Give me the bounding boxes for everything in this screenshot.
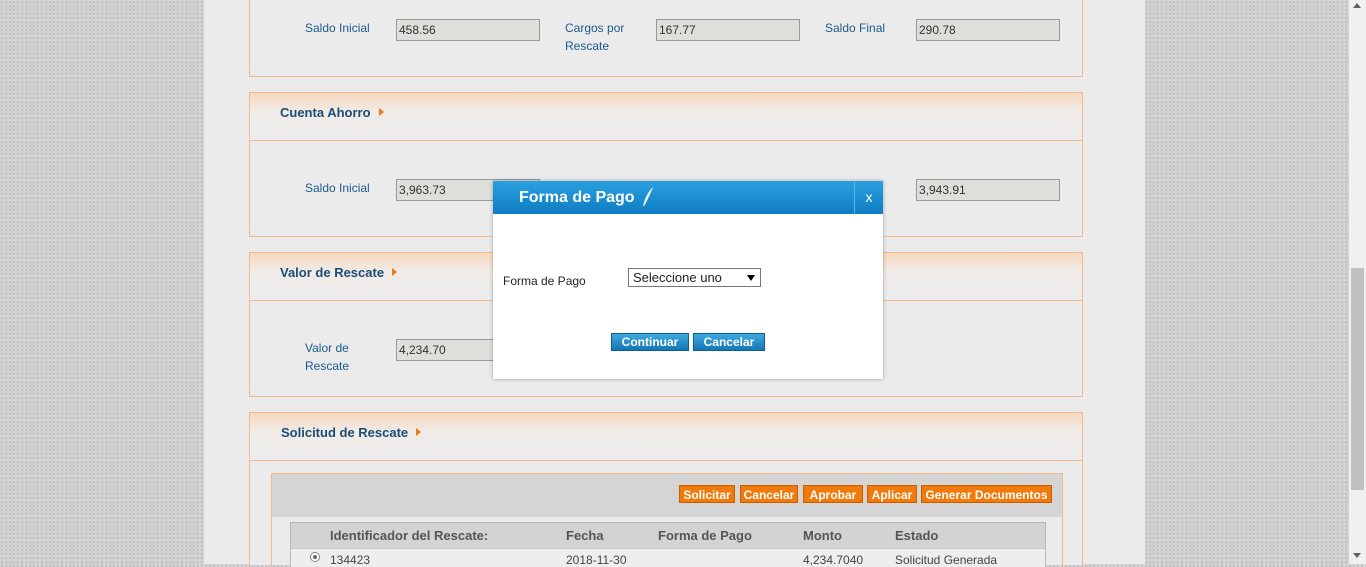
- saldo-inicial-field[interactable]: 458.56: [396, 19, 540, 41]
- caret-right-icon: [416, 428, 422, 436]
- table-row[interactable]: 134423 2018-11-30 4,234.7040 Solicitud G…: [291, 548, 1045, 567]
- cell-id: 134423: [330, 553, 371, 567]
- saldo-final-label: Saldo Final: [825, 21, 886, 35]
- saldo-inicial-label: Saldo Inicial: [305, 21, 370, 35]
- caret-right-icon: [378, 108, 384, 116]
- valor-rescate-title: Valor de Rescate: [280, 265, 398, 280]
- saldo-final-field[interactable]: 290.78: [916, 19, 1060, 41]
- cell-monto: 4,234.7040: [803, 553, 864, 567]
- forma-pago-dialog: Forma de Pago x Forma de Pago Seleccione…: [493, 181, 883, 379]
- forma-pago-label: Forma de Pago: [503, 274, 586, 288]
- valor-rescate-label-line2: Rescate: [305, 359, 350, 373]
- dialog-title: Forma de Pago: [519, 189, 635, 206]
- valor-rescate-label: Valor de Rescate: [305, 339, 349, 375]
- cargos-label-line1: Cargos por: [565, 21, 625, 35]
- col-identificador[interactable]: Identificador del Rescate:: [330, 528, 488, 543]
- ca-saldo-inicial-label: Saldo Inicial: [305, 181, 370, 195]
- col-estado[interactable]: Estado: [895, 528, 938, 543]
- vertical-scrollbar[interactable]: [1349, 0, 1366, 564]
- generar-documentos-button[interactable]: Generar Documentos: [921, 485, 1052, 503]
- cell-estado: Solicitud Generada: [895, 553, 998, 567]
- swoosh-icon: [643, 187, 653, 206]
- aprobar-button[interactable]: Aprobar: [803, 485, 863, 503]
- rescate-table: Identificador del Rescate: Fecha Forma d…: [290, 522, 1046, 567]
- solicitud-rescate-title: Solicitud de Rescate: [281, 425, 422, 440]
- col-forma-pago[interactable]: Forma de Pago: [658, 528, 752, 543]
- solicitud-panel: Solicitar Cancelar Aprobar Aplicar Gener…: [271, 473, 1063, 567]
- cargos-field[interactable]: 167.77: [656, 19, 800, 41]
- forma-pago-select[interactable]: Seleccione uno: [628, 268, 761, 287]
- close-button[interactable]: x: [854, 181, 883, 214]
- scroll-up-icon[interactable]: [1353, 3, 1361, 8]
- dropdown-arrow-icon: [747, 275, 755, 281]
- table-header: Identificador del Rescate: Fecha Forma d…: [291, 523, 1045, 548]
- cuenta-ahorro-title: Cuenta Ahorro: [280, 105, 384, 120]
- scroll-down-icon[interactable]: [1353, 553, 1361, 558]
- solicitar-button[interactable]: Solicitar: [679, 485, 735, 503]
- cancelar-button[interactable]: Cancelar: [693, 333, 765, 351]
- aplicar-button[interactable]: Aplicar: [867, 485, 917, 503]
- cancelar-solicitud-button[interactable]: Cancelar: [740, 485, 798, 503]
- valor-rescate-label-line1: Valor de: [305, 341, 349, 355]
- select-value: Seleccione uno: [633, 270, 722, 285]
- col-fecha[interactable]: Fecha: [566, 528, 604, 543]
- summary-section: Saldo Inicial 458.56 Cargos por Rescate …: [249, 0, 1083, 77]
- cargos-label-line2: Rescate: [565, 39, 610, 53]
- scroll-thumb[interactable]: [1351, 268, 1364, 490]
- caret-right-icon: [392, 268, 398, 276]
- dialog-header: Forma de Pago x: [493, 181, 883, 214]
- row-radio[interactable]: [310, 552, 320, 562]
- cargos-label: Cargos por Rescate: [565, 19, 624, 55]
- cell-fecha: 2018-11-30: [566, 553, 627, 567]
- cuenta-ahorro-header[interactable]: Cuenta Ahorro: [250, 93, 1082, 141]
- col-monto[interactable]: Monto: [803, 528, 842, 543]
- solicitud-rescate-header[interactable]: Solicitud de Rescate: [250, 413, 1082, 461]
- ca-saldo-final-field[interactable]: 3,943.91: [916, 179, 1060, 201]
- solicitud-toolbar: Solicitar Cancelar Aprobar Aplicar Gener…: [272, 474, 1062, 517]
- continuar-button[interactable]: Continuar: [611, 333, 689, 351]
